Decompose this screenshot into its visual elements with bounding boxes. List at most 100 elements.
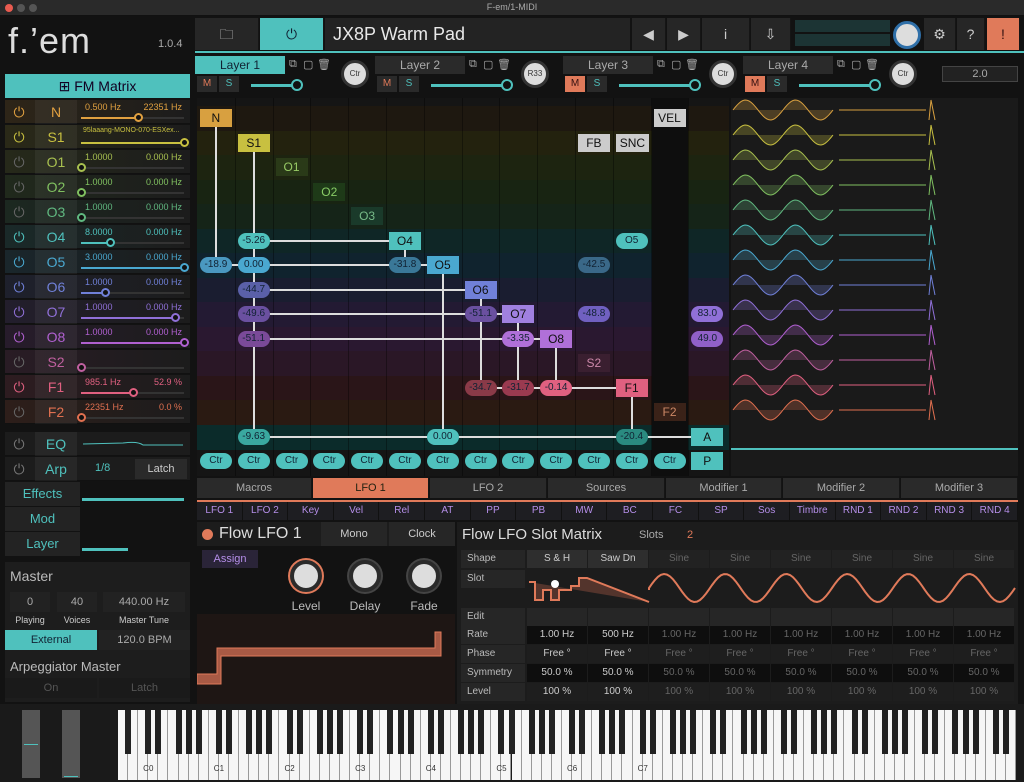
black-key[interactable] xyxy=(195,710,202,754)
paste-icon[interactable]: ▢ xyxy=(303,58,313,71)
black-key[interactable] xyxy=(548,710,555,754)
black-key[interactable] xyxy=(508,710,515,754)
mod-source-sos[interactable]: Sos xyxy=(744,502,790,520)
slot-phase-cell[interactable]: Free ° xyxy=(649,645,709,663)
module-label[interactable]: O4 xyxy=(35,225,77,249)
mute-button[interactable]: M xyxy=(377,76,397,92)
slot-symmetry-cell[interactable]: 50.0 % xyxy=(710,664,770,682)
mute-button[interactable]: M xyxy=(745,76,765,92)
bpm-value[interactable]: 120.0 BPM xyxy=(99,630,190,650)
slot-phase-cell[interactable]: Free ° xyxy=(710,645,770,663)
matrix-node-f2[interactable]: F2 xyxy=(653,403,686,422)
black-key[interactable] xyxy=(932,710,939,754)
black-key[interactable] xyxy=(891,710,898,754)
layer-button[interactable]: Layer xyxy=(5,532,80,556)
black-key[interactable] xyxy=(851,710,858,754)
mod-tab-modifier-2[interactable]: Modifier 2 xyxy=(783,478,900,498)
black-key[interactable] xyxy=(316,710,323,754)
matrix-node-f1[interactable]: F1 xyxy=(615,378,648,397)
mod-amount-f1-a[interactable]: -20.4 xyxy=(615,428,648,445)
slot-rates-cell[interactable]: 1.00 Hz xyxy=(649,626,709,644)
module-slider[interactable] xyxy=(81,238,184,247)
trash-icon[interactable]: 🗑 xyxy=(497,58,511,71)
power-icon[interactable]: ⏻ xyxy=(5,350,33,374)
module-label[interactable]: O8 xyxy=(35,325,77,349)
mod-tab-modifier-1[interactable]: Modifier 1 xyxy=(666,478,782,498)
slot-rates-cell[interactable]: 1.00 Hz xyxy=(832,626,892,644)
layer-pan-dial[interactable]: R33 xyxy=(521,60,549,88)
black-key[interactable] xyxy=(296,710,303,754)
arp-master-on[interactable]: On xyxy=(5,678,97,698)
slot-shapes-cell[interactable]: Sine xyxy=(893,550,953,568)
copy-icon[interactable]: ⧉ xyxy=(289,58,297,71)
slider-handle[interactable] xyxy=(170,313,180,322)
module-label[interactable]: O5 xyxy=(35,250,77,274)
slot-edit-cell[interactable] xyxy=(527,608,587,626)
mod-source-vel[interactable]: Vel xyxy=(334,502,380,520)
master-volume-knob[interactable] xyxy=(893,21,921,49)
module-slider[interactable] xyxy=(77,213,184,222)
black-key[interactable] xyxy=(791,710,798,754)
mod-tab-macros[interactable]: Macros xyxy=(197,478,312,498)
slot-phase-cell[interactable]: Free ° xyxy=(893,645,953,663)
module-label[interactable]: F1 xyxy=(35,375,77,399)
black-key[interactable] xyxy=(710,710,717,754)
module-slider[interactable] xyxy=(77,163,184,172)
black-key[interactable] xyxy=(357,710,364,754)
lfo-level-knob[interactable] xyxy=(290,560,322,592)
module-label[interactable]: O7 xyxy=(35,300,77,324)
mod-amount-n-o5[interactable]: -18.9 xyxy=(199,257,232,274)
pan-ctr-button[interactable]: Ctr xyxy=(540,453,573,470)
mod-source-pp[interactable]: PP xyxy=(471,502,517,520)
mod-source-bc[interactable]: BC xyxy=(608,502,654,520)
black-key[interactable] xyxy=(538,710,545,754)
mod-source-rel[interactable]: Rel xyxy=(379,502,426,520)
module-label[interactable]: F2 xyxy=(35,400,77,424)
module-label[interactable]: O1 xyxy=(35,150,77,174)
slot-level-cell[interactable]: 100 % xyxy=(771,683,831,701)
layer-volume-handle[interactable] xyxy=(688,79,701,91)
slot-rates-cell[interactable]: 1.00 Hz xyxy=(954,626,1014,644)
mod-amount-s1-o7[interactable]: -49.6 xyxy=(237,306,270,323)
slot-symmetry-cell[interactable]: 50.0 % xyxy=(649,664,709,682)
black-key[interactable] xyxy=(720,710,727,754)
power-icon[interactable]: ⏻ xyxy=(5,150,33,174)
mod-tab-lfo-2[interactable]: LFO 2 xyxy=(430,478,547,498)
module-label[interactable]: O6 xyxy=(35,275,77,299)
black-key[interactable] xyxy=(690,710,697,754)
eq-curve[interactable] xyxy=(83,436,183,452)
slider-handle[interactable] xyxy=(133,113,143,122)
power-icon[interactable]: ⏻ xyxy=(5,175,33,199)
matrix-node-snc[interactable]: SNC xyxy=(615,133,650,152)
mod-source-rnd-1[interactable]: RND 1 xyxy=(836,502,882,520)
black-key[interactable] xyxy=(962,710,969,754)
mod-amount-o8-f1[interactable]: -0.14 xyxy=(540,379,573,396)
slot-rates-cell[interactable]: 1.00 Hz xyxy=(710,626,770,644)
mute-button[interactable]: M xyxy=(565,76,585,92)
black-key[interactable] xyxy=(528,710,535,754)
effects-button[interactable]: Effects xyxy=(5,482,80,506)
slot-rates-cell[interactable]: 500 Hz xyxy=(588,626,648,644)
mod-source-rnd-3[interactable]: RND 3 xyxy=(927,502,973,520)
mod-button[interactable]: Mod xyxy=(5,507,80,531)
matrix-node-p[interactable]: P xyxy=(691,452,724,471)
mod-amount-o7-f1[interactable]: -31.7 xyxy=(502,379,535,396)
slot-shapes-cell[interactable]: Sine xyxy=(771,550,831,568)
pan-ctr-button[interactable]: Ctr xyxy=(464,453,497,470)
mod-amount-o7-o8[interactable]: -3.35 xyxy=(502,330,535,347)
slot-phase-cell[interactable]: Free ° xyxy=(954,645,1014,663)
paste-icon[interactable]: ▢ xyxy=(851,58,861,71)
lfo-delay-knob[interactable] xyxy=(349,560,381,592)
slot-rates-cell[interactable]: 1.00 Hz xyxy=(527,626,587,644)
mod-source-key[interactable]: Key xyxy=(288,502,334,520)
mod-source-lfo-2[interactable]: LFO 2 xyxy=(243,502,289,520)
info-button[interactable]: i xyxy=(702,18,750,50)
power-button[interactable]: ⏻ xyxy=(260,18,324,50)
layer-tab-2[interactable]: Layer 2 xyxy=(375,56,465,74)
module-label[interactable]: O2 xyxy=(35,175,77,199)
black-key[interactable] xyxy=(458,710,465,754)
pan-ctr-button[interactable]: Ctr xyxy=(502,453,535,470)
mod-amount-vel-o7[interactable]: 83.0 xyxy=(691,306,724,323)
slot-level-cell[interactable]: 100 % xyxy=(588,683,648,701)
black-key[interactable] xyxy=(569,710,576,754)
